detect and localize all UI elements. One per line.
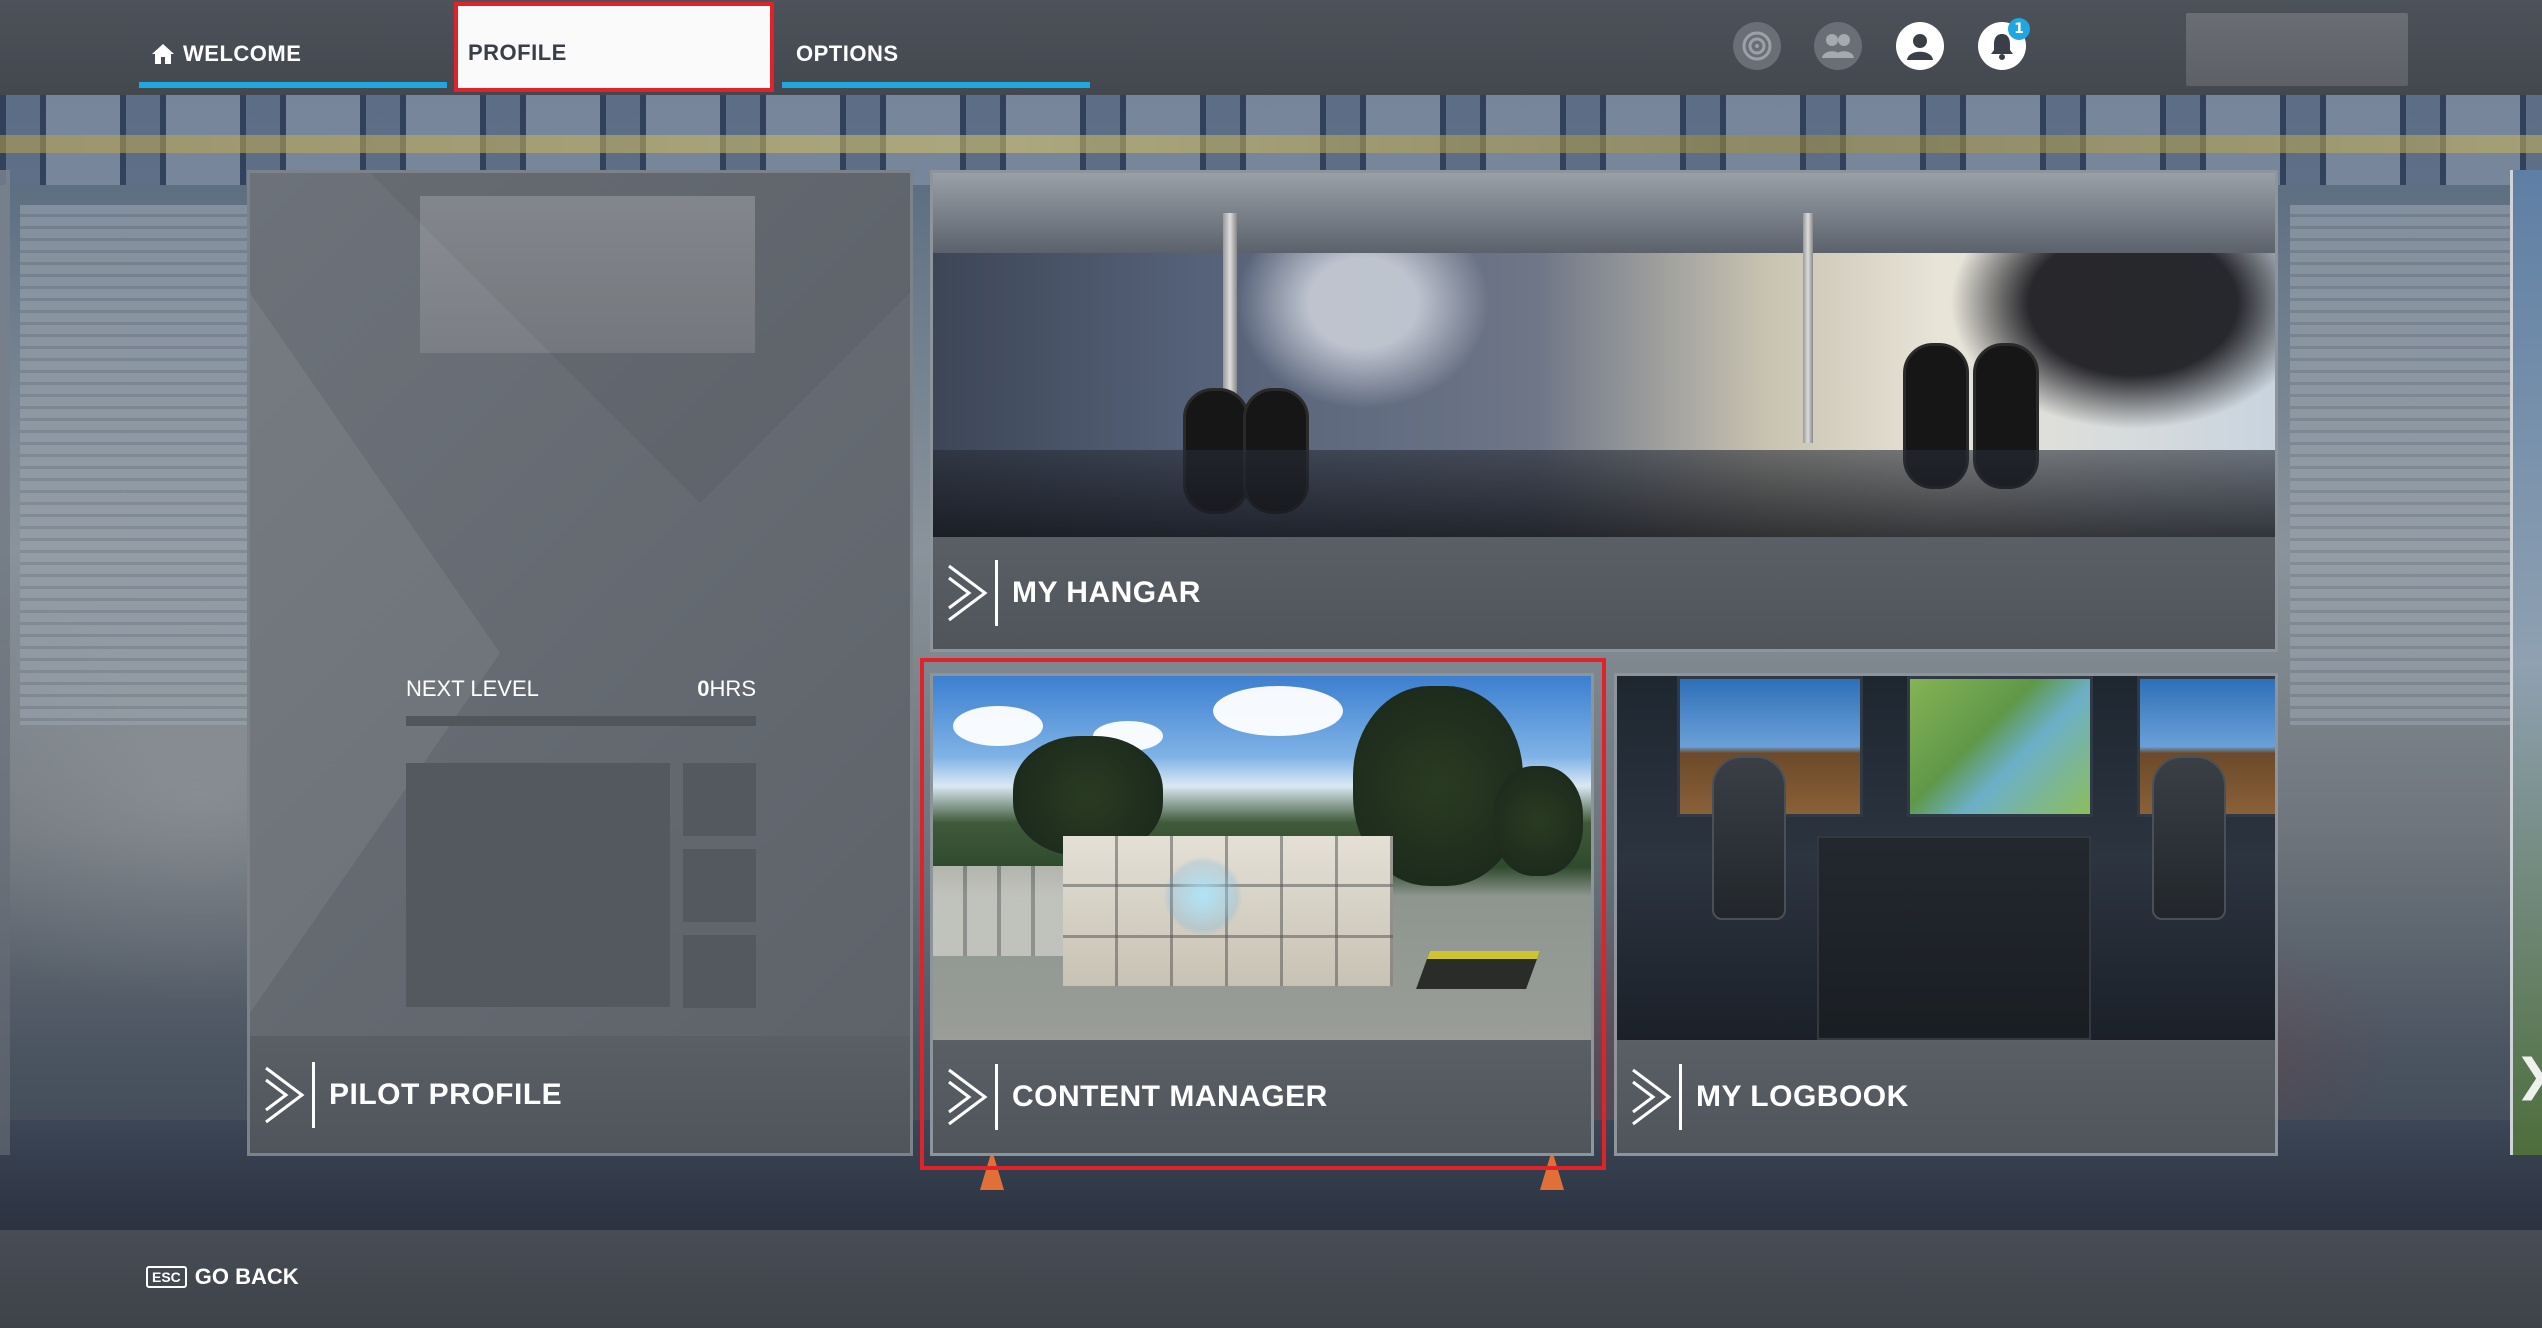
profile-icon — [1907, 34, 1933, 60]
pilot-avatar-blurred — [420, 196, 755, 353]
card-divider — [995, 1063, 998, 1130]
stat-panel-main — [406, 763, 670, 1007]
my-hangar-footer: MY HANGAR — [933, 537, 2275, 649]
traffic-cone — [1540, 1150, 1564, 1190]
cargo-loader — [1416, 951, 1540, 989]
tab-underline — [782, 82, 1090, 88]
pilot-profile-title: PILOT PROFILE — [329, 1077, 563, 1111]
hours-unit: HRS — [709, 676, 756, 701]
achievements-icon — [1742, 31, 1772, 61]
tab-underline — [139, 82, 447, 88]
bottom-bar — [0, 1230, 2542, 1328]
center-console — [1817, 836, 2091, 1040]
landing-gear-strut — [1803, 213, 1813, 443]
notifications-button[interactable]: 1 — [1978, 18, 2030, 70]
carousel-next-card[interactable]: ❯ — [2510, 170, 2542, 1155]
tab-welcome-label: WELCOME — [183, 40, 302, 66]
next-level-label: NEXT LEVEL — [406, 676, 539, 701]
my-hangar-image — [933, 173, 2275, 540]
control-yoke — [1712, 756, 1786, 920]
card-divider — [312, 1061, 315, 1128]
pilot-profile-body: NEXT LEVEL 0HRS — [250, 173, 910, 1039]
my-hangar-card[interactable]: MY HANGAR — [930, 170, 2278, 652]
stat-panel-small — [683, 849, 756, 922]
friends-button[interactable] — [1814, 22, 1862, 70]
tab-options[interactable]: OPTIONS — [782, 0, 1090, 95]
content-manager-title: CONTENT MANAGER — [1012, 1079, 1328, 1113]
tab-welcome[interactable]: WELCOME — [139, 0, 447, 95]
double-chevron-icon — [948, 1068, 988, 1125]
double-chevron-icon — [265, 1066, 305, 1123]
double-chevron-icon — [1632, 1068, 1672, 1125]
double-chevron-icon — [948, 564, 988, 622]
carousel-prev-card — [0, 170, 10, 1155]
next-level-row: NEXT LEVEL 0HRS — [406, 676, 756, 702]
chevron-right-icon: ❯ — [2515, 1050, 2542, 1101]
content-manager-card[interactable]: CONTENT MANAGER — [930, 673, 1594, 1156]
tree — [1493, 766, 1583, 876]
hours-readout: 0HRS — [697, 676, 756, 702]
home-icon — [152, 43, 174, 64]
pilot-profile-footer: PILOT PROFILE — [250, 1036, 910, 1153]
level-progress-bar — [406, 716, 756, 726]
hours-value: 0 — [697, 676, 710, 701]
my-logbook-footer: MY LOGBOOK — [1617, 1040, 2275, 1153]
notification-count-badge: 1 — [2008, 18, 2030, 40]
profile-button[interactable] — [1896, 22, 1944, 70]
esc-key-icon: ESC — [146, 1266, 187, 1288]
stat-panel-small — [683, 935, 756, 1008]
cloud — [1213, 686, 1343, 736]
pilot-profile-card[interactable]: NEXT LEVEL 0HRS PILOT PROFILE — [247, 170, 913, 1156]
hangar-door-right — [2290, 205, 2520, 725]
my-logbook-card[interactable]: MY LOGBOOK — [1614, 673, 2278, 1156]
friends-icon — [1822, 34, 1854, 58]
stat-panel-small — [683, 763, 756, 836]
traffic-cone — [980, 1150, 1004, 1190]
tab-options-label: OPTIONS — [796, 40, 899, 66]
top-navigation-bar: WELCOME PROFILE OPTIONS 1 — [0, 0, 2542, 95]
hangar-crane-beam — [0, 135, 2542, 153]
my-logbook-title: MY LOGBOOK — [1696, 1079, 1909, 1113]
my-logbook-image — [1617, 676, 2275, 1043]
achievements-button[interactable] — [1733, 22, 1781, 70]
lens-flare — [1163, 856, 1243, 936]
tab-profile[interactable]: PROFILE — [454, 2, 774, 92]
hangar-door-left — [20, 205, 250, 725]
content-manager-image — [933, 676, 1591, 1043]
cargo-carts — [933, 866, 1073, 956]
control-yoke — [2152, 756, 2226, 920]
aircraft-fuselage — [933, 173, 2275, 253]
my-hangar-title: MY HANGAR — [1012, 576, 1201, 609]
content-manager-footer: CONTENT MANAGER — [933, 1040, 1591, 1153]
tab-profile-label: PROFILE — [468, 40, 567, 65]
floor-reflection — [933, 450, 2275, 540]
card-divider — [1679, 1063, 1682, 1130]
navigation-map-display — [1907, 676, 2093, 817]
card-divider — [995, 560, 998, 626]
username-blurred — [2186, 13, 2408, 86]
go-back-label: GO BACK — [194, 1264, 299, 1289]
go-back-button[interactable]: ESC GO BACK — [146, 1264, 299, 1290]
cloud — [953, 706, 1043, 746]
